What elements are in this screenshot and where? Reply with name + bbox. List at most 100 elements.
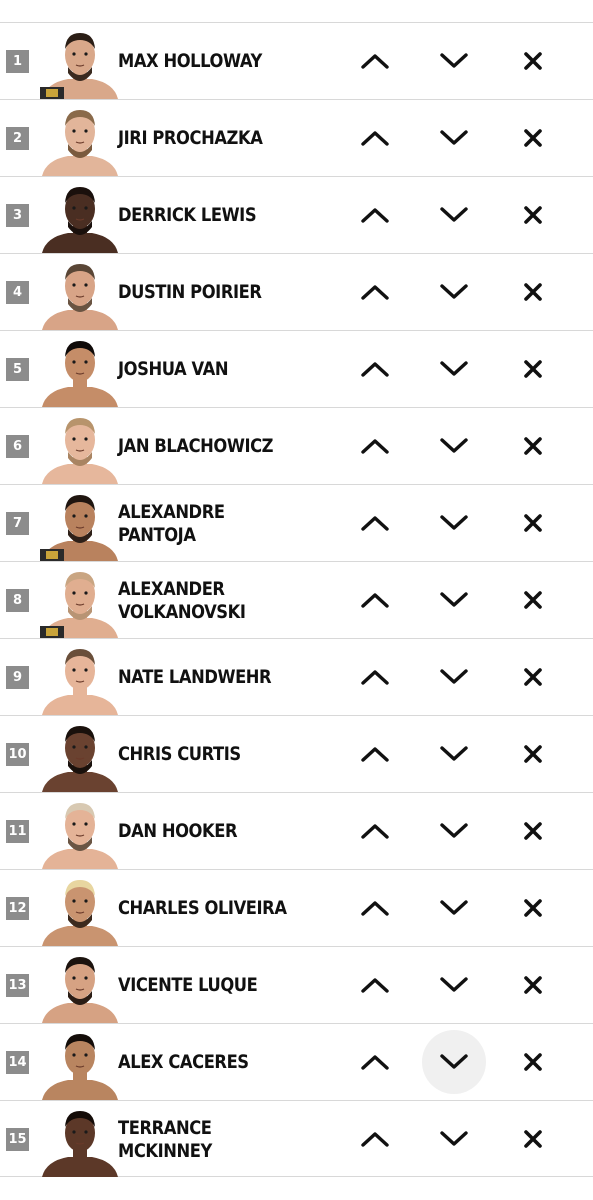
move-down-button[interactable] xyxy=(422,491,486,555)
fighter-name: ALEXANDER VOLKANOVSKI xyxy=(118,577,246,623)
remove-button[interactable] xyxy=(501,876,565,940)
chevron-down-icon xyxy=(439,437,469,455)
fighter-name: JIRI PROCHAZKA xyxy=(118,127,263,149)
rank-badge: 6 xyxy=(6,435,29,458)
move-down-button[interactable] xyxy=(422,106,486,170)
fighter-name: TERRANCE MCKINNEY xyxy=(118,1116,212,1162)
move-up-button[interactable] xyxy=(343,29,407,93)
move-down-button[interactable] xyxy=(422,29,486,93)
ranking-row: 1 MAX HOLLOWAY xyxy=(0,22,593,99)
chevron-up-icon xyxy=(360,52,390,70)
move-up-button[interactable] xyxy=(343,414,407,478)
rank-badge: 11 xyxy=(6,820,29,843)
close-icon xyxy=(523,128,543,148)
close-icon xyxy=(523,51,543,71)
fighter-photo xyxy=(40,720,120,792)
move-down-button[interactable] xyxy=(422,1030,486,1094)
close-icon xyxy=(523,205,543,225)
move-down-button[interactable] xyxy=(422,568,486,632)
move-up-button[interactable] xyxy=(343,953,407,1017)
move-down-button[interactable] xyxy=(422,799,486,863)
remove-button[interactable] xyxy=(501,29,565,93)
remove-button[interactable] xyxy=(501,722,565,786)
move-down-button[interactable] xyxy=(422,645,486,709)
remove-button[interactable] xyxy=(501,337,565,401)
chevron-down-icon xyxy=(439,283,469,301)
ranking-row: 12 CHARLES OLIVEIRA xyxy=(0,869,593,946)
fighter-photo xyxy=(40,489,120,561)
chevron-up-icon xyxy=(360,283,390,301)
rank-badge: 8 xyxy=(6,589,29,612)
move-down-button[interactable] xyxy=(422,876,486,940)
move-up-button[interactable] xyxy=(343,722,407,786)
fighter-photo xyxy=(40,1028,120,1100)
rank-badge: 10 xyxy=(6,743,29,766)
move-up-button[interactable] xyxy=(343,799,407,863)
remove-button[interactable] xyxy=(501,260,565,324)
remove-button[interactable] xyxy=(501,568,565,632)
chevron-down-icon xyxy=(439,360,469,378)
chevron-down-icon xyxy=(439,822,469,840)
move-down-button[interactable] xyxy=(422,953,486,1017)
move-up-button[interactable] xyxy=(343,876,407,940)
ranking-row: 13 VICENTE LUQUE xyxy=(0,946,593,1023)
chevron-up-icon xyxy=(360,668,390,686)
remove-button[interactable] xyxy=(501,645,565,709)
chevron-down-icon xyxy=(439,668,469,686)
ranking-row: 14 ALEX CACERES xyxy=(0,1023,593,1100)
chevron-up-icon xyxy=(360,360,390,378)
ranking-row: 7 ALEXANDRE PANTOJA xyxy=(0,484,593,561)
remove-button[interactable] xyxy=(501,953,565,1017)
remove-button[interactable] xyxy=(501,1030,565,1094)
fighter-photo xyxy=(40,566,120,638)
move-up-button[interactable] xyxy=(343,1107,407,1171)
move-up-button[interactable] xyxy=(343,106,407,170)
fighter-name: CHARLES OLIVEIRA xyxy=(118,897,287,919)
close-icon xyxy=(523,667,543,687)
fighter-name: JOSHUA VAN xyxy=(118,358,229,380)
chevron-up-icon xyxy=(360,1130,390,1148)
close-icon xyxy=(523,436,543,456)
remove-button[interactable] xyxy=(501,106,565,170)
move-up-button[interactable] xyxy=(343,645,407,709)
move-down-button[interactable] xyxy=(422,414,486,478)
ranking-row: 5 JOSHUA VAN xyxy=(0,330,593,407)
remove-button[interactable] xyxy=(501,414,565,478)
chevron-down-icon xyxy=(439,1053,469,1071)
chevron-up-icon xyxy=(360,976,390,994)
chevron-down-icon xyxy=(439,129,469,147)
ranking-row: 10 CHRIS CURTIS xyxy=(0,715,593,792)
chevron-up-icon xyxy=(360,1053,390,1071)
move-up-button[interactable] xyxy=(343,260,407,324)
remove-button[interactable] xyxy=(501,183,565,247)
move-up-button[interactable] xyxy=(343,491,407,555)
move-down-button[interactable] xyxy=(422,260,486,324)
rank-badge: 9 xyxy=(6,666,29,689)
move-down-button[interactable] xyxy=(422,722,486,786)
remove-button[interactable] xyxy=(501,491,565,555)
move-up-button[interactable] xyxy=(343,337,407,401)
rank-badge: 14 xyxy=(6,1051,29,1074)
fighter-name: CHRIS CURTIS xyxy=(118,743,241,765)
fighter-name: ALEX CACERES xyxy=(118,1051,249,1073)
move-up-button[interactable] xyxy=(343,1030,407,1094)
move-down-button[interactable] xyxy=(422,183,486,247)
remove-button[interactable] xyxy=(501,1107,565,1171)
fighter-name: ALEXANDRE PANTOJA xyxy=(118,500,225,546)
chevron-up-icon xyxy=(360,129,390,147)
fighter-photo xyxy=(40,181,120,253)
close-icon xyxy=(523,359,543,379)
move-down-button[interactable] xyxy=(422,1107,486,1171)
move-up-button[interactable] xyxy=(343,183,407,247)
move-down-button[interactable] xyxy=(422,337,486,401)
rank-badge: 5 xyxy=(6,358,29,381)
ranking-row: 11 DAN HOOKER xyxy=(0,792,593,869)
chevron-down-icon xyxy=(439,52,469,70)
move-up-button[interactable] xyxy=(343,568,407,632)
fighter-name: NATE LANDWEHR xyxy=(118,666,272,688)
chevron-up-icon xyxy=(360,745,390,763)
rank-badge: 15 xyxy=(6,1128,29,1151)
remove-button[interactable] xyxy=(501,799,565,863)
close-icon xyxy=(523,590,543,610)
fighter-photo xyxy=(40,27,120,99)
